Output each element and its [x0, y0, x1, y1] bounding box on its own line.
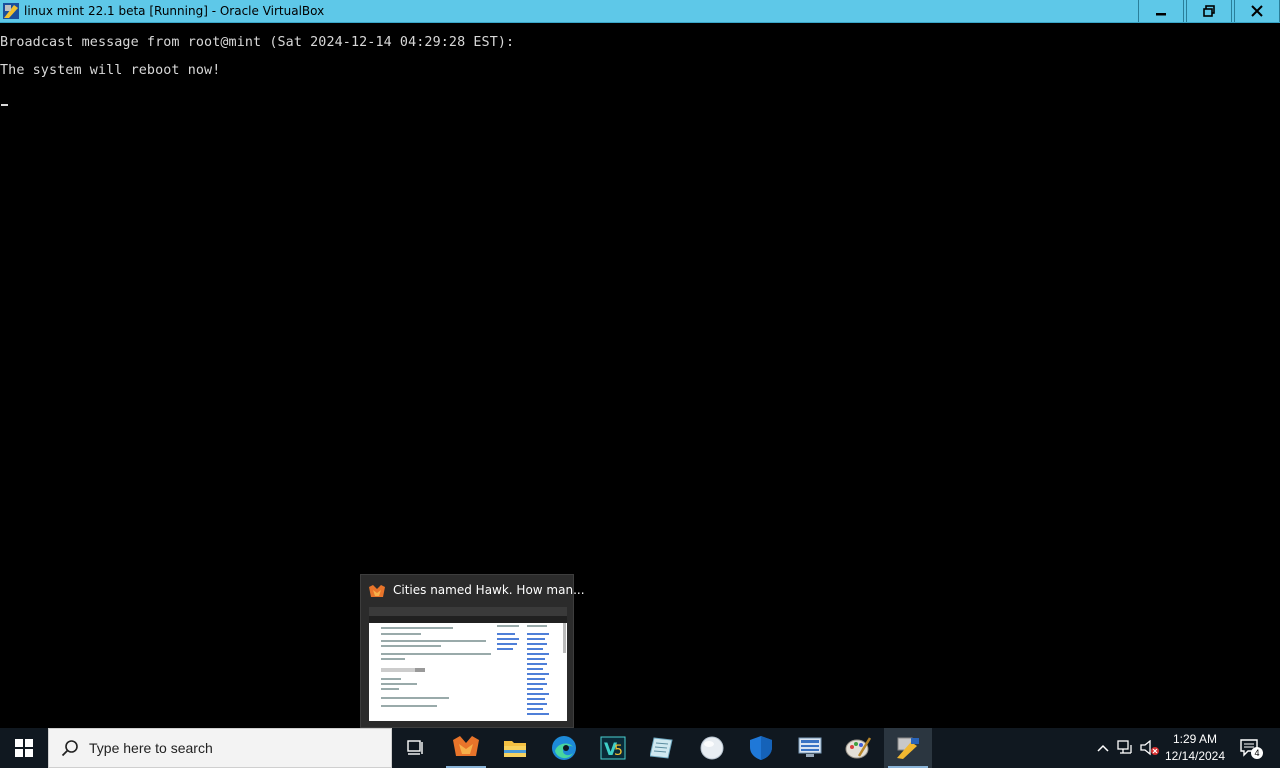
vm-console-screen[interactable]: Broadcast message from root@mint (Sat 20… — [0, 23, 1280, 728]
minimize-button[interactable] — [1138, 0, 1184, 22]
clock-date: 12/14/2024 — [1164, 749, 1226, 763]
folder-icon — [504, 741, 526, 757]
visual-studio-icon: V 5 — [600, 736, 626, 760]
notepad-icon — [650, 737, 673, 759]
taskbar-visual-studio[interactable]: V 5 — [589, 728, 637, 768]
taskbar-notepad[interactable] — [638, 728, 686, 768]
taskbar-search-box[interactable]: Type here to search — [48, 728, 392, 768]
taskbar-thumbnail-preview[interactable]: Cities named Hawk. How man... — [360, 574, 585, 728]
taskbar-remote-desktop[interactable] — [786, 728, 834, 768]
task-view-icon — [407, 740, 423, 755]
windows-logo-icon — [15, 739, 33, 757]
firefox-icon — [453, 736, 479, 756]
taskbar: Type here to search V 5 1:29 AM 12/14/20… — [0, 728, 1280, 768]
console-line-reboot: The system will reboot now! — [0, 63, 221, 78]
remote-desktop-icon — [798, 737, 822, 757]
preview-title: Cities named Hawk. How man... — [393, 583, 585, 597]
window-title: linux mint 22.1 beta [Running] - Oracle … — [24, 4, 325, 18]
volume-muted-icon — [1140, 740, 1159, 756]
taskbar-virtualbox[interactable] — [884, 728, 932, 768]
minimize-icon — [1156, 13, 1166, 16]
restore-button[interactable] — [1186, 0, 1232, 22]
search-icon — [61, 740, 78, 757]
console-cursor — [1, 104, 8, 106]
svg-text:5: 5 — [614, 743, 623, 759]
preview-thumbnail-image — [369, 607, 567, 721]
show-hidden-icons-button[interactable] — [1093, 728, 1113, 768]
taskbar-file-explorer[interactable] — [491, 728, 539, 768]
window-title-bar[interactable]: linux mint 22.1 beta [Running] - Oracle … — [0, 0, 1280, 23]
shield-icon — [750, 736, 772, 760]
taskbar-paint[interactable] — [834, 728, 882, 768]
firefox-icon — [369, 584, 385, 598]
globe-icon — [700, 736, 724, 760]
network-tray-button[interactable] — [1115, 728, 1137, 768]
clock-time: 1:29 AM — [1172, 732, 1218, 746]
search-placeholder: Type here to search — [89, 740, 213, 756]
console-line-broadcast: Broadcast message from root@mint (Sat 20… — [0, 35, 515, 50]
network-icon — [1117, 740, 1132, 754]
virtualbox-icon — [2, 2, 20, 20]
taskbar-app-globe[interactable] — [688, 728, 736, 768]
volume-tray-button[interactable] — [1139, 728, 1161, 768]
close-icon — [1251, 5, 1263, 17]
taskbar-windows-security[interactable] — [737, 728, 785, 768]
taskbar-edge[interactable] — [540, 728, 588, 768]
start-button[interactable] — [0, 728, 48, 768]
edge-icon — [552, 736, 576, 760]
close-button[interactable] — [1234, 0, 1280, 22]
task-view-button[interactable] — [392, 728, 440, 768]
chevron-up-icon — [1097, 744, 1109, 752]
paint-palette-icon — [845, 737, 871, 759]
restore-icon — [1203, 5, 1215, 17]
virtualbox-icon — [897, 737, 919, 759]
taskbar-clock[interactable]: 1:29 AM 12/14/2024 — [1160, 731, 1230, 765]
notification-center-button[interactable]: 4 — [1234, 728, 1266, 768]
notification-count-badge: 4 — [1251, 747, 1263, 759]
taskbar-firefox[interactable] — [442, 728, 490, 768]
